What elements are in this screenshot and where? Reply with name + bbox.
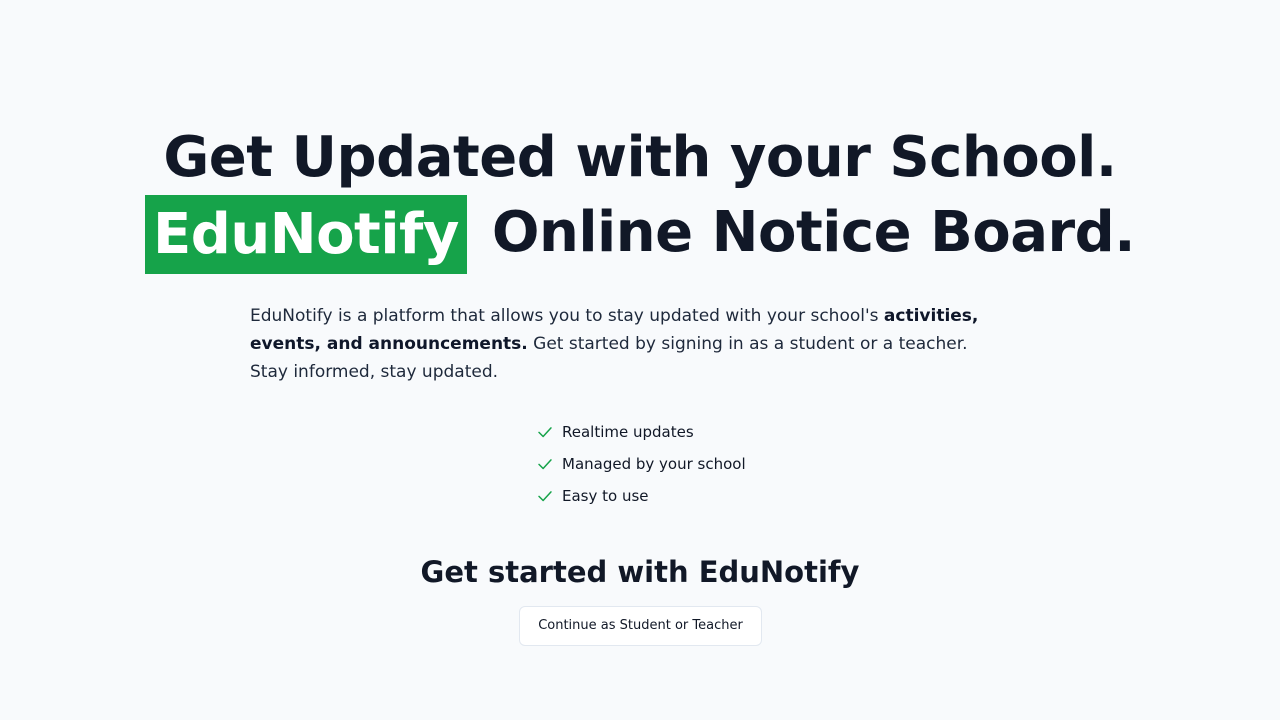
feature-item: Managed by your school	[536, 448, 746, 480]
hero-title-line-1: Get Updated with your School.	[163, 125, 1117, 190]
feature-label: Managed by your school	[562, 455, 746, 473]
feature-label: Easy to use	[562, 487, 649, 505]
description-intro: EduNotify is a platform that allows you …	[250, 306, 884, 326]
feature-item: Easy to use	[536, 480, 746, 512]
landing-page: Get Updated with your School. EduNotify …	[0, 0, 1280, 720]
continue-button[interactable]: Continue as Student or Teacher	[519, 606, 762, 646]
feature-label: Realtime updates	[562, 423, 694, 441]
feature-list: Realtime updates Managed by your school …	[536, 416, 746, 512]
check-icon	[538, 491, 552, 502]
check-icon	[538, 459, 552, 470]
description-text: EduNotify is a platform that allows you …	[250, 302, 990, 386]
hero-title-line-2-text: Online Notice Board.	[491, 200, 1136, 265]
cta-heading: Get started with EduNotify	[420, 555, 860, 589]
check-icon	[538, 427, 552, 438]
brand-highlight: EduNotify	[145, 195, 467, 274]
feature-item: Realtime updates	[536, 416, 746, 448]
hero-title-line-2: EduNotify Online Notice Board.	[0, 195, 1280, 274]
